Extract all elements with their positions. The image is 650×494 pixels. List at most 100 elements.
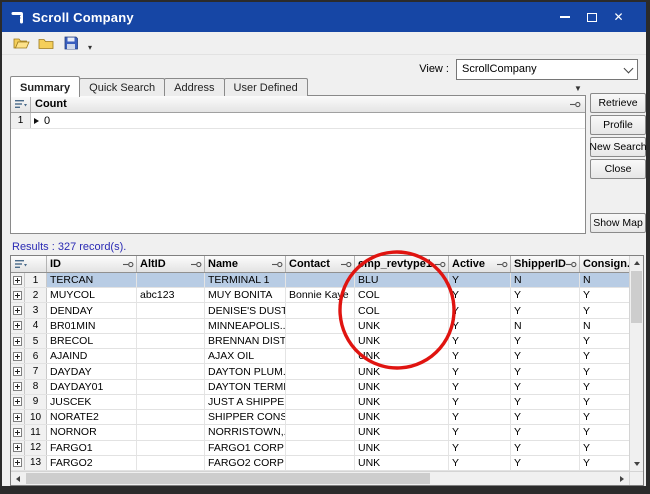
column-header-contact[interactable]: Contact xyxy=(286,256,355,272)
column-header-revtype[interactable]: cmp_revtype1 xyxy=(355,256,449,272)
column-pin-icon[interactable] xyxy=(570,100,581,109)
vertical-scrollbar[interactable] xyxy=(629,256,643,471)
expand-plus-icon[interactable] xyxy=(13,458,22,467)
folder-open-icon[interactable] xyxy=(11,34,31,52)
column-pin-icon[interactable] xyxy=(123,260,134,269)
table-row[interactable]: 7DAYDAYDAYTON PLUM...UNKYYY xyxy=(11,364,629,379)
table-row[interactable]: 1TERCANTERMINAL 1BLUYNN xyxy=(11,273,629,288)
combobox-arrow[interactable] xyxy=(619,60,637,79)
column-pin-icon[interactable] xyxy=(566,260,577,269)
cell-contact xyxy=(286,334,355,348)
row-expand-cell[interactable] xyxy=(11,456,25,470)
row-expand-cell[interactable] xyxy=(11,380,25,394)
close-search-button[interactable]: Close xyxy=(590,159,646,179)
cell-consign: Y xyxy=(580,334,629,348)
table-row[interactable]: 5BRECOLBRENNAN DIST...UNKYYY xyxy=(11,334,629,349)
expand-plus-icon[interactable] xyxy=(13,428,22,437)
table-row[interactable]: 11NORNORNORRISTOWN,...UNKYYY xyxy=(11,425,629,440)
table-row[interactable]: 13FARGO2FARGO2 CORPUNKYYY xyxy=(11,456,629,471)
titlebar[interactable]: Scroll Company ✕ xyxy=(2,2,646,32)
expand-plus-icon[interactable] xyxy=(13,413,22,422)
table-row[interactable]: 3DENDAYDENISE'S DUST...COLYYY xyxy=(11,303,629,318)
horizontal-scroll-thumb[interactable] xyxy=(26,473,430,484)
summary-rows: 10 xyxy=(11,113,585,129)
tab-list-dropdown[interactable]: ▼ xyxy=(574,84,582,93)
column-header-consign[interactable]: Consign... xyxy=(580,256,629,272)
horizontal-scrollbar[interactable] xyxy=(11,472,629,485)
expand-plus-icon[interactable] xyxy=(13,367,22,376)
table-row[interactable]: 6AJAINDAJAX OILUNKYYY xyxy=(11,349,629,364)
expand-plus-icon[interactable] xyxy=(13,276,22,285)
column-header-altid[interactable]: AltID xyxy=(137,256,205,272)
grid-corner-cell[interactable] xyxy=(11,256,47,272)
row-expand-cell[interactable] xyxy=(11,288,25,302)
cell-contact xyxy=(286,273,355,287)
table-row[interactable]: 8DAYDAY01DAYTON TERMI...UNKYYY xyxy=(11,380,629,395)
tab-quick-search[interactable]: Quick Search xyxy=(79,78,165,96)
new-search-button[interactable]: New Search xyxy=(590,137,646,157)
expand-plus-icon[interactable] xyxy=(13,443,22,452)
scroll-down-button[interactable] xyxy=(630,457,643,471)
column-header-count[interactable]: Count xyxy=(31,96,585,112)
tab-user-defined[interactable]: User Defined xyxy=(224,78,308,96)
tab-address[interactable]: Address xyxy=(164,78,224,96)
chevron-down-icon[interactable]: ▾ xyxy=(88,43,92,54)
row-expand-cell[interactable] xyxy=(11,441,25,455)
expand-plus-icon[interactable] xyxy=(13,382,22,391)
scroll-up-button[interactable] xyxy=(630,256,643,270)
summary-row[interactable]: 10 xyxy=(11,113,585,129)
column-pin-icon[interactable] xyxy=(497,260,508,269)
table-row[interactable]: 2MUYCOLabc123MUY BONITABonnie KayeCOLYYY xyxy=(11,288,629,303)
show-map-button[interactable]: Show Map xyxy=(590,213,646,233)
table-row[interactable]: 10NORATE2SHIPPER CONSI...UNKYYY xyxy=(11,410,629,425)
save-icon[interactable] xyxy=(61,34,81,52)
expand-plus-icon[interactable] xyxy=(13,352,22,361)
expand-plus-icon[interactable] xyxy=(13,306,22,315)
row-expand-cell[interactable] xyxy=(11,395,25,409)
column-pin-icon[interactable] xyxy=(435,260,446,269)
folder-icon[interactable] xyxy=(36,34,56,52)
column-pin-icon[interactable] xyxy=(191,260,202,269)
maximize-button[interactable] xyxy=(578,6,605,28)
retrieve-button[interactable]: Retrieve xyxy=(590,93,646,113)
scroll-left-button[interactable] xyxy=(11,472,25,485)
close-button[interactable]: ✕ xyxy=(605,6,632,28)
expand-plus-icon[interactable] xyxy=(13,291,22,300)
column-pin-icon[interactable] xyxy=(341,260,352,269)
column-pin-icon[interactable] xyxy=(272,260,283,269)
row-expand-cell[interactable] xyxy=(11,364,25,378)
expand-plus-icon[interactable] xyxy=(13,321,22,330)
view-combobox[interactable]: ScrollCompany xyxy=(456,59,638,80)
minimize-button[interactable] xyxy=(551,6,578,28)
profile-button[interactable]: Profile xyxy=(590,115,646,135)
column-header-active[interactable]: Active xyxy=(449,256,511,272)
row-expand-cell[interactable] xyxy=(11,425,25,439)
row-expand-cell[interactable] xyxy=(11,334,25,348)
cell-shipperid: Y xyxy=(511,288,580,302)
column-header-name[interactable]: Name xyxy=(205,256,286,272)
cell-altid xyxy=(137,334,205,348)
row-expand-cell[interactable] xyxy=(11,349,25,363)
row-number-cell: 6 xyxy=(25,349,47,363)
row-expand-cell[interactable] xyxy=(11,410,25,424)
expand-plus-icon[interactable] xyxy=(13,337,22,346)
vertical-scroll-thumb[interactable] xyxy=(631,271,642,323)
cell-active: Y xyxy=(449,425,511,439)
scroll-right-button[interactable] xyxy=(615,472,629,485)
grid-corner-cell[interactable] xyxy=(11,96,31,112)
cell-active: Y xyxy=(449,319,511,333)
scrollbar-corner xyxy=(629,472,643,485)
count-value: 0 xyxy=(44,115,50,127)
expand-plus-icon[interactable] xyxy=(13,397,22,406)
row-expand-cell[interactable] xyxy=(11,319,25,333)
row-expand-cell[interactable] xyxy=(11,303,25,317)
tab-summary[interactable]: Summary xyxy=(10,76,80,97)
table-row[interactable]: 12FARGO1FARGO1 CORPUNKYYY xyxy=(11,441,629,456)
table-row[interactable]: 9JUSCEKJUST A SHIPPERUNKYYY xyxy=(11,395,629,410)
row-expand-cell[interactable] xyxy=(11,273,25,287)
column-header-id[interactable]: ID xyxy=(47,256,137,272)
cell-name: DAYTON PLUM... xyxy=(205,364,286,378)
row-number-cell: 4 xyxy=(25,319,47,333)
column-header-shipperid[interactable]: ShipperID xyxy=(511,256,580,272)
table-row[interactable]: 4BR01MINMINNEAPOLIS...UNKYNN xyxy=(11,319,629,334)
